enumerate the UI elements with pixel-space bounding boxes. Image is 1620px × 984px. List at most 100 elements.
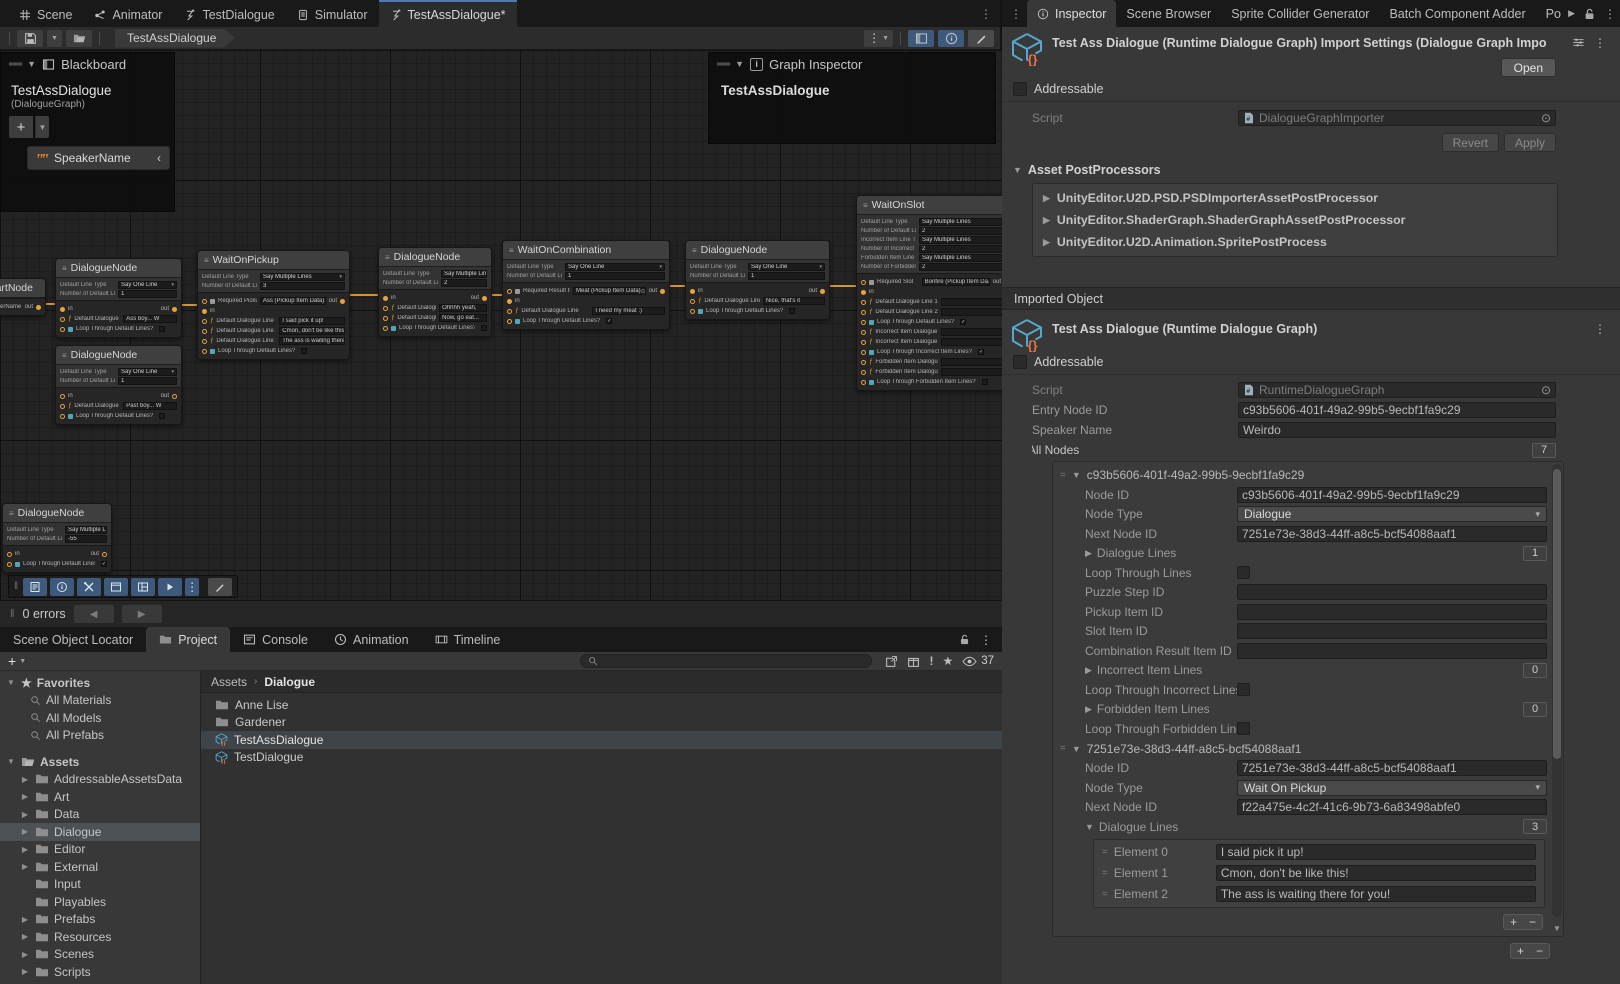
drag-handle-icon[interactable]: = — [1060, 470, 1066, 481]
foldout-arrow-icon[interactable]: ▶ — [20, 827, 30, 836]
file-item-testassdialogue[interactable]: {}TestAssDialogue — [201, 731, 1002, 749]
graph-tool-windowbox-button[interactable] — [104, 578, 128, 596]
drag-handle-icon[interactable]: = — [1060, 743, 1066, 754]
array-size-field[interactable]: 3 — [1523, 819, 1547, 834]
graph-node-startnode[interactable]: ≡StartNodeSpeakerNameout — [0, 278, 46, 316]
object-picker-icon[interactable]: ⊙ — [641, 288, 646, 295]
tree-item-addressableassetsdata[interactable]: ▶AddressableAssetsData — [0, 771, 200, 789]
tree-item-prefabs[interactable]: ▶Prefabs — [0, 911, 200, 929]
foldout-arrow-icon[interactable]: ▶ — [20, 810, 30, 819]
tree-item-external[interactable]: ▶External — [0, 858, 200, 876]
port-checkbox[interactable]: ✓ — [606, 318, 612, 324]
field-value[interactable]: f22a475e-4c2f-41c6-9b73-6a83498abfe0 — [1237, 799, 1547, 815]
port-checkbox[interactable]: ✓ — [978, 349, 984, 355]
port-dot[interactable] — [690, 309, 695, 314]
tree-item-playables[interactable]: Playables — [0, 893, 200, 911]
show-in-project-button[interactable] — [66, 30, 92, 47]
node-property-dropdown[interactable]: Say One Line▾ — [565, 263, 665, 271]
port-checkbox[interactable]: ✓ — [101, 561, 107, 567]
script-field[interactable]: #RuntimeDialogueGraph⊙ — [1238, 382, 1556, 398]
tree-item-favorites[interactable]: ▼★Favorites — [0, 674, 200, 692]
bottom-tab-project[interactable]: Project — [146, 627, 230, 652]
node-property-dropdown[interactable]: Say Multiple Lines▾ — [65, 526, 107, 534]
postprocessor-item[interactable]: ▶UnityEditor.ShaderGraph.ShaderGraphAsse… — [1033, 209, 1557, 231]
port-value-field[interactable]: Cmon, don't be like this! — [279, 327, 345, 335]
node-property-input[interactable]: 1 — [118, 290, 177, 298]
node-collapse-icon[interactable]: ≡ — [62, 351, 67, 360]
port-checkbox[interactable] — [481, 325, 487, 331]
port-dot[interactable] — [60, 394, 65, 399]
object-picker-icon[interactable]: ⊙ — [988, 279, 990, 286]
node-property-input[interactable]: 3 — [260, 282, 345, 290]
tree-item-resources[interactable]: ▶Resources — [0, 928, 200, 946]
field-value[interactable]: c93b5606-401f-49a2-99b5-9ecbf1fa9c29 — [1238, 402, 1556, 418]
port-dot[interactable] — [690, 299, 695, 304]
graph-tool-pen-button[interactable] — [208, 578, 232, 596]
node-collapse-icon[interactable]: ≡ — [9, 509, 14, 518]
node-property-input[interactable]: 1 — [118, 377, 177, 385]
object-picker-icon[interactable]: ⊙ — [324, 298, 325, 305]
port-value-field[interactable] — [941, 298, 1002, 306]
port-value-field[interactable]: Nice, that's it — [763, 297, 825, 305]
tree-item-input[interactable]: Input — [0, 876, 200, 894]
foldout-arrow-icon[interactable]: ▶ — [1043, 215, 1050, 226]
graph-options-button[interactable]: ⋮▼ — [864, 30, 893, 47]
blackboard-header[interactable]: ══ ▼ Blackboard — [1, 53, 174, 75]
inspector-tab-inspector[interactable]: Inspector — [1027, 0, 1116, 27]
node-property-input[interactable]: 2 — [441, 279, 487, 287]
port-value-field[interactable]: Ohhhh yeah, — [439, 304, 487, 312]
toggle-blackboard-button[interactable] — [908, 30, 934, 47]
port-dot[interactable] — [861, 380, 866, 385]
port-dot[interactable] — [861, 340, 866, 345]
favorites-star-icon[interactable]: ★ — [942, 654, 953, 668]
editor-tab-simulator[interactable]: Simulator — [286, 0, 379, 27]
port-dot[interactable] — [482, 296, 487, 301]
graph-node-dialoguenode[interactable]: ≡DialogueNodeDefault Line TypeSay One Li… — [55, 258, 182, 338]
port-dot[interactable] — [60, 317, 65, 322]
foldout-arrow-icon[interactable]: ▶ — [20, 915, 30, 924]
foldout-arrow-icon[interactable]: ▶ — [1085, 548, 1092, 559]
port-value-field[interactable]: I said pick it up! — [279, 317, 345, 325]
toggle-graph-inspector-button[interactable] — [938, 30, 964, 47]
node-entry-header[interactable]: =▼7251e73e-38d3-44ff-a8c5-bcf54088aaf1 — [1053, 739, 1547, 759]
array-add-remove[interactable]: +− — [1503, 914, 1543, 930]
port-dot[interactable] — [36, 305, 41, 310]
port-dot[interactable] — [60, 404, 65, 409]
inspector-tab-po[interactable]: Po — [1536, 0, 1571, 27]
node-property-dropdown[interactable]: Say One Line▾ — [118, 368, 177, 376]
graph-node-dialoguenode[interactable]: ≡DialogueNodeDefault Line TypeSay Multip… — [2, 503, 112, 573]
port-value-field[interactable] — [941, 328, 1002, 336]
node-collapse-icon[interactable]: ≡ — [385, 253, 390, 262]
node-collapse-icon[interactable]: ≡ — [204, 256, 209, 265]
tree-item-data[interactable]: ▶Data — [0, 806, 200, 824]
inspector-tab-batch-component-adder[interactable]: Batch Component Adder — [1379, 0, 1535, 27]
node-property-dropdown[interactable]: Say One Line▾ — [118, 281, 177, 289]
array-size-field[interactable]: 1 — [1523, 546, 1547, 561]
drag-handle-icon[interactable]: = — [1102, 868, 1108, 879]
package-icon[interactable] — [907, 655, 920, 668]
add-node-button[interactable]: + — [1511, 944, 1530, 958]
object-picker-icon[interactable]: ⊙ — [1541, 383, 1551, 397]
out-port[interactable]: out — [329, 298, 345, 304]
port-value-field[interactable]: Ass boy... W — [123, 315, 177, 323]
kebab-icon[interactable]: ⋮ — [1604, 7, 1616, 21]
element-value[interactable]: I said pick it up! — [1216, 844, 1536, 860]
all-nodes-foldout[interactable]: ▼All Nodes 7 — [1002, 440, 1620, 460]
file-item-gardener[interactable]: Gardener — [201, 714, 1002, 732]
element-value[interactable]: Cmon, don't be like this! — [1216, 865, 1536, 881]
foldout-arrow-icon[interactable]: ▶ — [20, 932, 30, 941]
node-property-dropdown[interactable]: Say Multiple Lines▾ — [260, 273, 345, 281]
toggle-minimap-button[interactable] — [968, 30, 994, 47]
node-collapse-icon[interactable]: ≡ — [692, 246, 697, 255]
kebab-icon[interactable]: ⋮ — [972, 0, 1000, 27]
field-value[interactable]: c93b5606-401f-49a2-99b5-9ecbf1fa9c29 — [1237, 487, 1547, 503]
port-dot[interactable] — [507, 319, 512, 324]
drag-handle-icon[interactable]: = — [1102, 889, 1108, 900]
remove-node-button[interactable]: − — [1530, 944, 1549, 958]
visibility-toggle[interactable]: 37 — [962, 655, 994, 668]
port-checkbox[interactable]: ✓ — [960, 319, 966, 325]
port-value-field[interactable] — [941, 368, 1002, 376]
tree-item-art[interactable]: ▶Art — [0, 788, 200, 806]
port-dot[interactable] — [383, 296, 388, 301]
chevron-down-icon[interactable]: ▼ — [19, 658, 26, 665]
